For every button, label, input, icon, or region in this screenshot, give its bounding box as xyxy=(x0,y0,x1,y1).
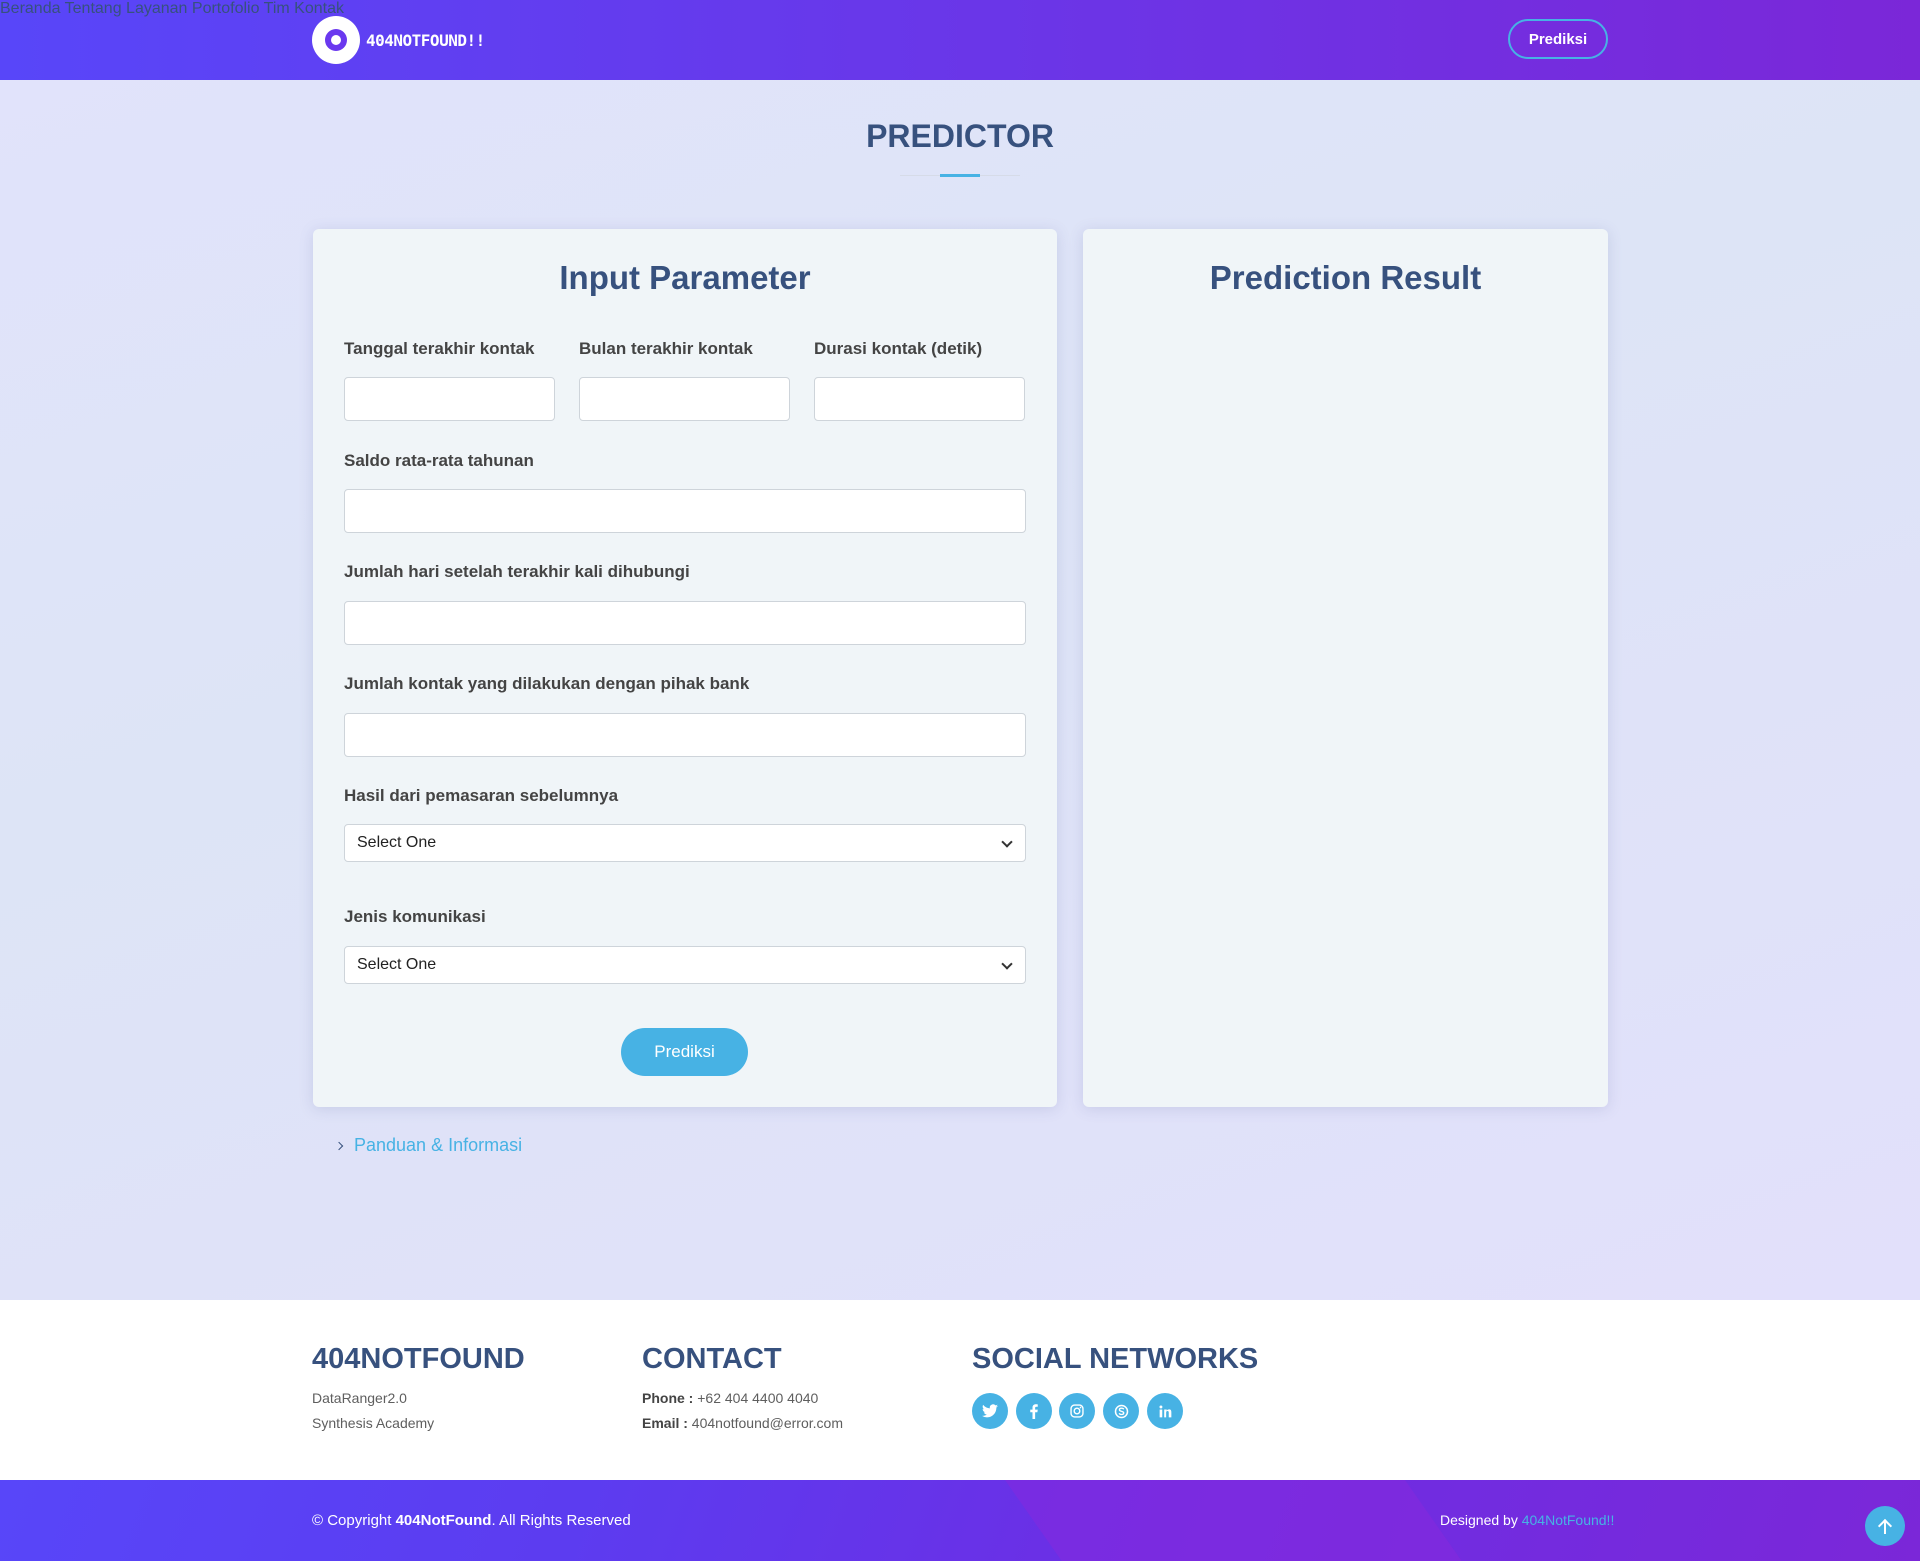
nav-layanan[interactable]: Layanan xyxy=(126,0,187,17)
title-divider-accent xyxy=(940,174,980,177)
chevron-down-icon xyxy=(1001,958,1013,970)
prediksi-submit-button[interactable]: Prediksi xyxy=(621,1028,748,1076)
page-title: PREDICTOR xyxy=(866,118,1054,154)
copyright-brand: 404NotFound xyxy=(395,1512,492,1529)
jumlah-kontak-input[interactable] xyxy=(344,713,1026,757)
input-parameter-card: Input Parameter Tanggal terakhir kontak … xyxy=(313,229,1057,1107)
email-value: 404notfound@error.com xyxy=(691,1415,843,1431)
chevron-down-icon xyxy=(1001,836,1013,848)
site-header: 404NOTFOUND!! Beranda Tentang Layanan Po… xyxy=(0,0,1920,80)
label-bulan: Bulan terakhir kontak xyxy=(579,339,753,358)
phone-label: Phone : xyxy=(642,1390,694,1406)
back-to-top-icon[interactable] xyxy=(1865,1506,1905,1546)
chevron-right-icon xyxy=(334,1141,344,1150)
designed-by-link[interactable]: 404NotFound!! xyxy=(1522,1512,1615,1528)
label-hasil-pemasaran: Hasil dari pemasaran sebelumnya xyxy=(344,786,619,805)
copyright-suffix: . All Rights Reserved xyxy=(491,1512,631,1529)
nav-tim[interactable]: Tim xyxy=(264,0,290,17)
designed-prefix: Designed by xyxy=(1440,1512,1518,1528)
facebook-icon[interactable] xyxy=(1016,1393,1052,1429)
nav-portofolio[interactable]: Portofolio xyxy=(192,0,260,17)
linkedin-icon[interactable] xyxy=(1147,1393,1183,1429)
label-tanggal: Tanggal terakhir kontak xyxy=(344,339,535,358)
label-jumlah-kontak: Jumlah kontak yang dilakukan dengan piha… xyxy=(344,674,750,693)
nav-tentang[interactable]: Tentang xyxy=(65,0,122,17)
nav-beranda[interactable]: Beranda xyxy=(0,0,61,17)
footer-brand-title: 404NOTFOUND xyxy=(312,1343,525,1375)
durasi-input[interactable] xyxy=(814,377,1025,421)
prediction-result-card: Prediction Result xyxy=(1083,229,1608,1107)
footer-brand-line2: Synthesis Academy xyxy=(312,1415,435,1431)
decorative-shape xyxy=(990,1480,1490,1561)
footer xyxy=(0,1300,1920,1480)
email-label: Email : xyxy=(642,1415,688,1431)
tanggal-input[interactable] xyxy=(344,377,555,421)
footer-brand-line1: DataRanger2.0 xyxy=(312,1390,407,1406)
hasil-pemasaran-select[interactable]: Select One xyxy=(344,824,1026,862)
footer-email: Email : 404notfound@error.com xyxy=(642,1415,843,1431)
skype-icon[interactable] xyxy=(1103,1393,1139,1429)
jumlah-hari-input[interactable] xyxy=(344,601,1026,645)
footer-phone: Phone : +62 404 4400 4040 xyxy=(642,1390,818,1406)
copyright-prefix: © Copyright xyxy=(312,1512,392,1529)
guide-link[interactable]: Panduan & Informasi xyxy=(354,1135,522,1156)
label-durasi: Durasi kontak (detik) xyxy=(814,339,983,358)
phone-value: +62 404 4400 4040 xyxy=(697,1390,819,1406)
input-card-title: Input Parameter xyxy=(559,259,811,296)
jenis-komunikasi-select[interactable]: Select One xyxy=(344,946,1026,984)
guide-toggle[interactable]: Panduan & Informasi xyxy=(334,1135,522,1156)
saldo-input[interactable] xyxy=(344,489,1026,533)
label-jumlah-hari: Jumlah hari setelah terakhir kali dihubu… xyxy=(344,562,690,581)
label-saldo: Saldo rata-rata tahunan xyxy=(344,451,534,470)
logo-icon xyxy=(312,16,360,64)
hasil-pemasaran-selected: Select One xyxy=(357,834,437,851)
twitter-icon[interactable] xyxy=(972,1393,1008,1429)
copyright-text: © Copyright 404NotFound. All Rights Rese… xyxy=(312,1512,631,1529)
bulan-input[interactable] xyxy=(579,377,790,421)
footer-contact-title: CONTACT xyxy=(642,1343,782,1375)
designed-by-text: Designed by 404NotFound!! xyxy=(1440,1512,1614,1528)
logo-text: 404NOTFOUND!! xyxy=(366,30,485,50)
nav-prediksi-button[interactable]: Prediksi xyxy=(1508,19,1608,59)
instagram-icon[interactable] xyxy=(1059,1393,1095,1429)
result-card-title: Prediction Result xyxy=(1209,259,1482,296)
logo[interactable]: 404NOTFOUND!! xyxy=(312,15,485,65)
footer-social-title: SOCIAL NETWORKS xyxy=(972,1343,1259,1375)
footer-bottom-bar xyxy=(0,1480,1920,1561)
label-jenis-komunikasi: Jenis komunikasi xyxy=(344,907,486,926)
jenis-komunikasi-selected: Select One xyxy=(357,956,437,973)
